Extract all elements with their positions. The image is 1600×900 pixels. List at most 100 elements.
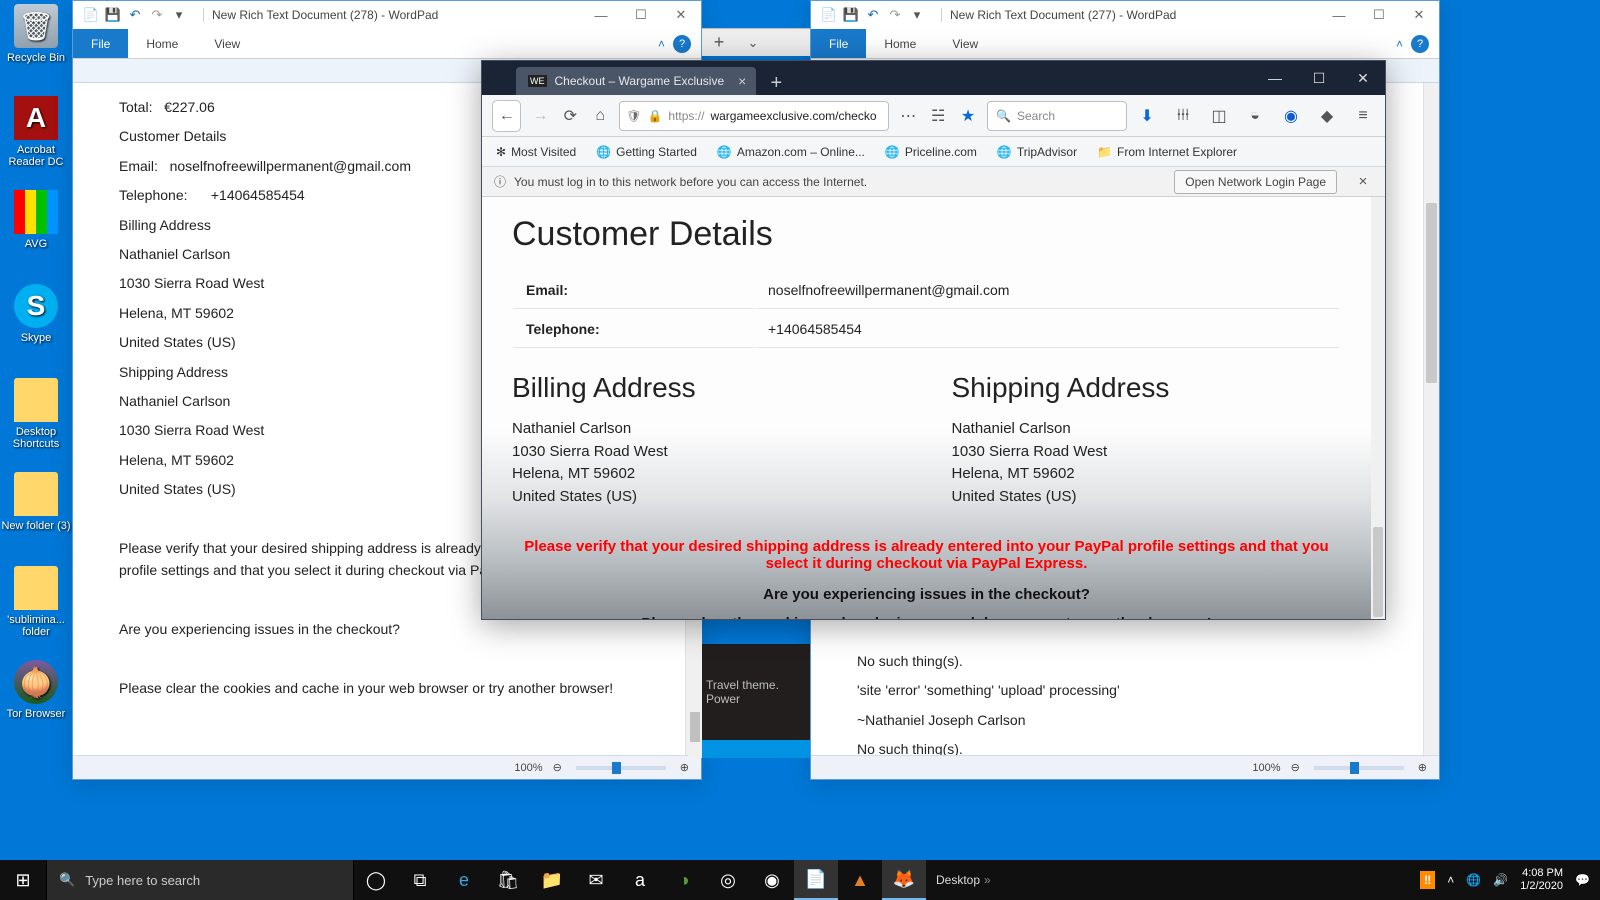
start-button[interactable]: ⊞ — [0, 860, 46, 900]
tor-browser[interactable]: 🧅Tor Browser — [0, 660, 72, 720]
tray-volume-icon[interactable]: 🔊 — [1493, 873, 1508, 887]
file-tab[interactable]: File — [811, 29, 866, 58]
open-login-button[interactable]: Open Network Login Page — [1174, 170, 1337, 194]
taskbar-app-2[interactable]: ◉ — [750, 860, 794, 900]
minimize-button[interactable]: — — [1319, 1, 1359, 29]
chevron-down-icon[interactable]: ⌄ — [736, 35, 770, 51]
url-bar[interactable]: 🛡 🔒 https://wargameexclusive.com/checko — [619, 101, 889, 131]
home-tab[interactable]: Home — [866, 29, 934, 58]
bookmark-star-icon[interactable]: ★ — [957, 104, 979, 128]
wordpad-left-titlebar[interactable]: 📄 💾 ↶ ↷ ▾ New Rich Text Document (278) -… — [73, 1, 701, 29]
save-icon[interactable]: 💾 — [105, 7, 121, 23]
minimize-button[interactable]: — — [1253, 61, 1297, 95]
search-bar[interactable]: 🔍 Search — [987, 101, 1127, 131]
infobar-close-icon[interactable]: × — [1353, 173, 1373, 190]
file-tab[interactable]: File — [73, 29, 128, 58]
qat-dropdown-icon[interactable]: ▾ — [171, 7, 187, 23]
bookmark-priceline[interactable]: 🌐Priceline.com — [885, 145, 977, 159]
zoom-out-icon[interactable]: ⊖ — [1291, 761, 1300, 774]
save-icon[interactable]: 💾 — [843, 7, 859, 23]
bookmark-most-visited[interactable]: ✻Most Visited — [496, 145, 576, 159]
avg[interactable]: AVG — [0, 190, 72, 250]
bookmark-amazon[interactable]: 🌐Amazon.com – Online... — [717, 145, 865, 159]
undo-icon[interactable]: ↶ — [865, 7, 881, 23]
taskbar-app-firefox[interactable]: 🦊 — [882, 860, 926, 900]
reload-button[interactable]: ⟳ — [559, 104, 581, 128]
tray-clock[interactable]: 4:08 PM 1/2/2020 — [1520, 867, 1563, 893]
bookmark-tripadvisor[interactable]: 🌐TripAdvisor — [997, 145, 1077, 159]
zoom-slider[interactable] — [576, 766, 666, 770]
zoom-in-icon[interactable]: ⊕ — [1418, 761, 1427, 774]
back-button[interactable]: ← — [492, 100, 521, 132]
library-icon[interactable]: ⍿⍿⍿ — [1171, 104, 1195, 128]
maximize-button[interactable]: ☐ — [1359, 1, 1399, 29]
taskbar-app-vlc[interactable]: ▲ — [838, 860, 882, 900]
tray-network-icon[interactable]: 🌐 — [1466, 873, 1481, 887]
redo-icon[interactable]: ↷ — [149, 7, 165, 23]
desktop-shortcuts[interactable]: Desktop Shortcuts — [0, 378, 72, 450]
skype[interactable]: SSkype — [0, 284, 72, 344]
firefox-window[interactable]: WE Checkout – Wargame Exclusive × + — ☐ … — [481, 60, 1386, 620]
qat-dropdown-icon[interactable]: ▾ — [909, 7, 925, 23]
bookmark-getting-started[interactable]: 🌐Getting Started — [596, 145, 697, 159]
page-content[interactable]: Customer Details Email:noselfnofreewillp… — [482, 197, 1371, 619]
maximize-button[interactable]: ☐ — [621, 1, 661, 29]
recycle-bin[interactable]: 🗑Recycle Bin — [0, 4, 72, 64]
sidebar-icon[interactable]: ◫ — [1207, 104, 1231, 128]
tray-app-orange[interactable]: ‼ — [1420, 871, 1435, 889]
home-button[interactable]: ⌂ — [589, 104, 611, 128]
new-folder-3[interactable]: New folder (3) — [0, 472, 72, 532]
view-tab[interactable]: View — [934, 29, 996, 58]
vertical-scrollbar[interactable] — [1423, 83, 1439, 755]
ribbon-collapse-icon[interactable]: ˄ — [1396, 37, 1403, 51]
taskbar-app-tripadvisor[interactable]: ◑ — [662, 860, 706, 900]
taskbar-app-1[interactable]: ◎ — [706, 860, 750, 900]
tray-chevron-up-icon[interactable]: ˄ — [1447, 873, 1454, 887]
sublimina-folder[interactable]: 'sublimina... folder — [0, 566, 72, 638]
page-scrollbar[interactable] — [1371, 197, 1385, 619]
new-tab-button[interactable]: + — [762, 72, 790, 95]
taskbar-app-explorer[interactable]: 📁 — [530, 860, 574, 900]
taskbar-app-wordpad[interactable]: 📄 — [794, 860, 838, 900]
forward-button[interactable]: → — [529, 104, 551, 128]
close-button[interactable]: ✕ — [661, 1, 701, 29]
extension-icon-2[interactable]: ◆ — [1315, 104, 1339, 128]
extension-icon[interactable]: ◉ — [1279, 104, 1303, 128]
browser-tab[interactable]: WE Checkout – Wargame Exclusive × — [516, 67, 756, 95]
ribbon-collapse-icon[interactable]: ˄ — [658, 37, 665, 51]
zoom-slider[interactable] — [1314, 766, 1404, 770]
shield-icon[interactable]: 🛡 — [626, 109, 641, 123]
reader-icon[interactable]: ☵ — [927, 104, 949, 128]
task-view-button[interactable]: ⧉ — [398, 860, 442, 900]
redo-icon[interactable]: ↷ — [887, 7, 903, 23]
containers-icon[interactable]: ◒ — [1243, 104, 1267, 128]
taskbar-search[interactable]: 🔍 Type here to search — [46, 860, 354, 900]
view-tab[interactable]: View — [196, 29, 258, 58]
bookmark-from-ie[interactable]: 📁From Internet Explorer — [1097, 145, 1237, 159]
home-tab[interactable]: Home — [128, 29, 196, 58]
wordpad-right-titlebar[interactable]: 📄 💾 ↶ ↷ ▾ New Rich Text Document (277) -… — [811, 1, 1439, 29]
close-button[interactable]: ✕ — [1399, 1, 1439, 29]
undo-icon[interactable]: ↶ — [127, 7, 143, 23]
edge-scrollbar-fragment[interactable] — [688, 618, 702, 758]
taskbar-app-store[interactable]: 🛍 — [486, 860, 530, 900]
edge-newtab-icon[interactable]: + — [702, 32, 736, 53]
menu-icon[interactable]: ≡ — [1351, 104, 1375, 128]
help-icon[interactable]: ? — [1411, 35, 1429, 53]
taskbar-app-amazon[interactable]: a — [618, 860, 662, 900]
desktop-label[interactable]: Desktop» — [926, 860, 1001, 900]
zoom-out-icon[interactable]: ⊖ — [553, 761, 562, 774]
close-button[interactable]: ✕ — [1341, 61, 1385, 95]
zoom-in-icon[interactable]: ⊕ — [680, 761, 689, 774]
page-actions-icon[interactable]: ⋯ — [897, 104, 919, 128]
taskbar-app-mail[interactable]: ✉ — [574, 860, 618, 900]
minimize-button[interactable]: — — [581, 1, 621, 29]
acrobat-reader[interactable]: AAcrobat Reader DC — [0, 96, 72, 168]
cortana-button[interactable]: ◯ — [354, 860, 398, 900]
maximize-button[interactable]: ☐ — [1297, 61, 1341, 95]
taskbar-app-edge[interactable]: e — [442, 860, 486, 900]
close-tab-icon[interactable]: × — [738, 73, 746, 89]
help-icon[interactable]: ? — [673, 35, 691, 53]
action-center-icon[interactable]: 💬 — [1575, 873, 1590, 887]
downloads-icon[interactable]: ⬇ — [1135, 104, 1159, 128]
